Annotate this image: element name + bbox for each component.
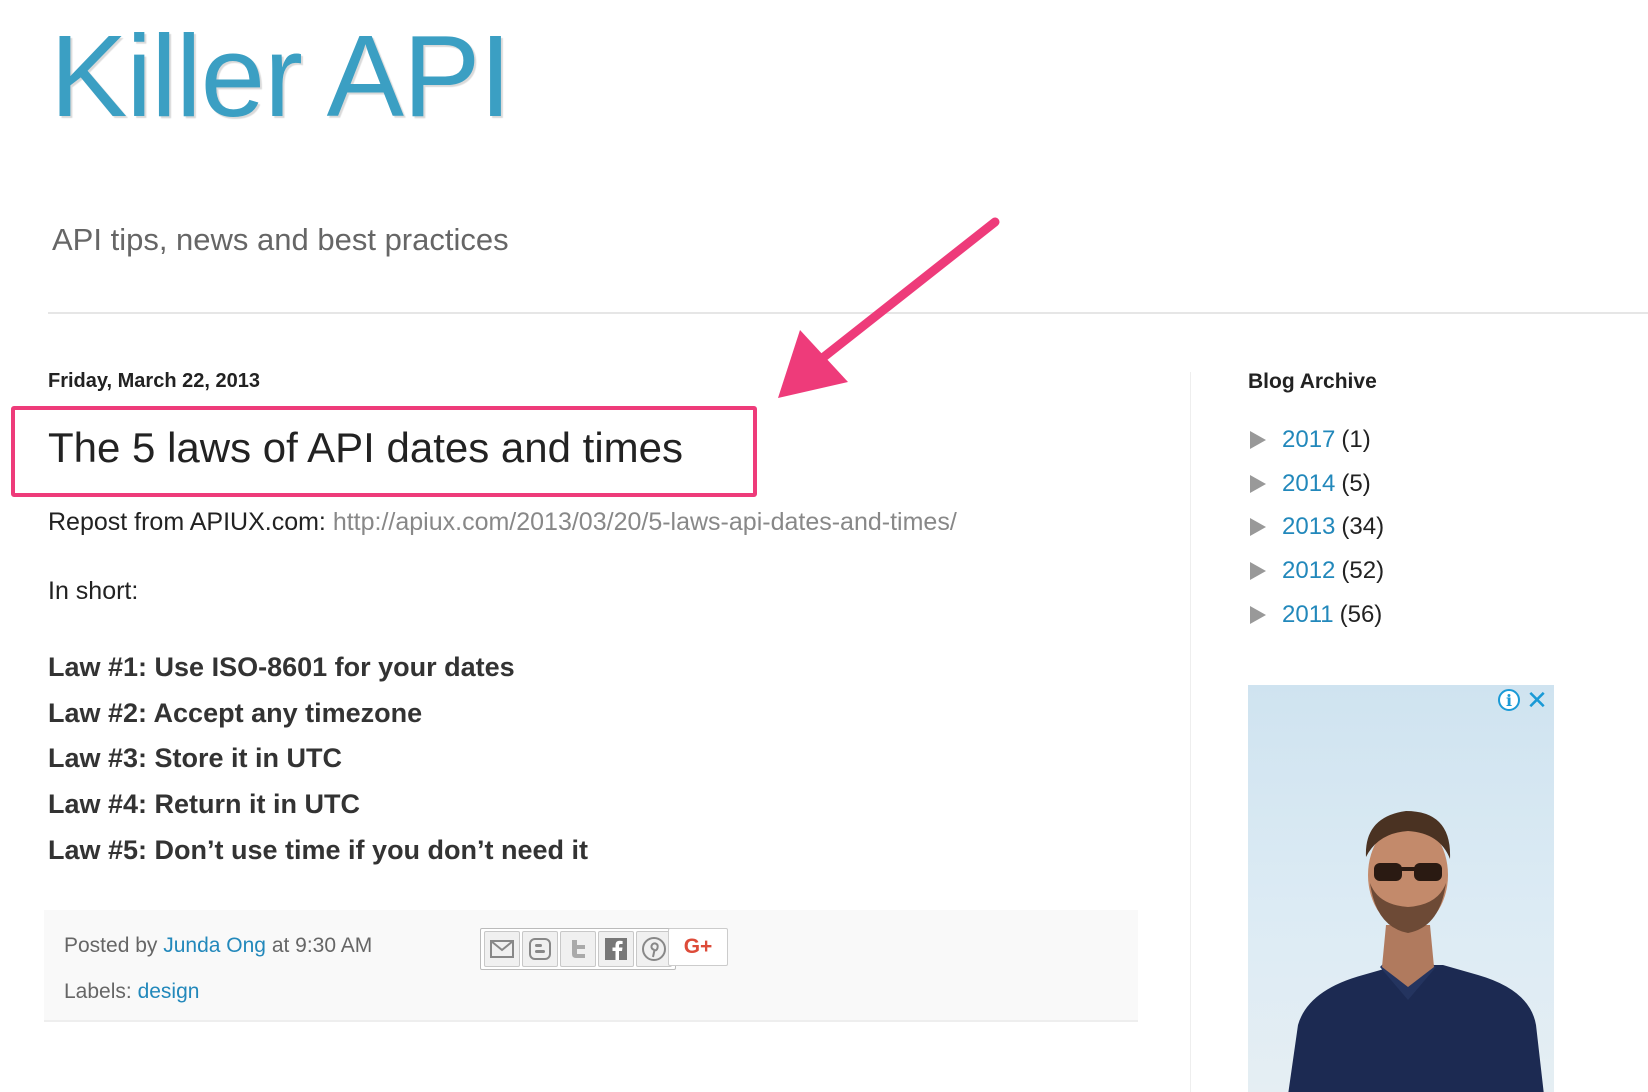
law-item: Law #4: Return it in UTC <box>48 789 361 820</box>
expand-triangle-icon[interactable] <box>1250 606 1266 625</box>
label-link[interactable]: design <box>138 980 200 1003</box>
pinterest-icon <box>642 937 666 961</box>
google-plus-button[interactable]: G+ <box>668 928 728 966</box>
ad-info-icon[interactable]: i <box>1498 689 1520 711</box>
site-title[interactable]: Killer API <box>50 18 512 134</box>
blogger-share-button[interactable] <box>522 931 558 967</box>
email-share-button[interactable] <box>484 931 520 967</box>
law-item: Law #2: Accept any timezone <box>48 697 423 728</box>
laws-list: Law #1: Use ISO-8601 for your dates Law … <box>48 647 588 875</box>
share-buttons <box>480 928 676 970</box>
email-icon <box>490 940 514 958</box>
repost-line: Repost from APIUX.com: http://apiux.com/… <box>48 508 957 537</box>
blog-archive-title: Blog Archive <box>1248 370 1377 393</box>
archive-year-link[interactable]: 2014 <box>1282 470 1335 498</box>
post-time-link[interactable]: 9:30 AM <box>295 934 372 957</box>
repost-prefix: Repost from APIUX.com: <box>48 508 333 536</box>
archive-year-link[interactable]: 2013 <box>1282 513 1335 541</box>
twitter-icon <box>572 940 585 958</box>
posted-by: Posted by Junda Ong at 9:30 AM <box>64 934 372 958</box>
in-short-text: In short: <box>48 577 139 605</box>
sidebar-advertisement[interactable]: i ✕ <box>1248 685 1554 1092</box>
archive-item: 2017 (1) <box>1250 418 1384 462</box>
ad-model-image <box>1288 811 1544 1092</box>
archive-count: (52) <box>1341 557 1385 585</box>
post-labels: Labels: design <box>64 980 199 1004</box>
post-date: Friday, March 22, 2013 <box>48 370 260 392</box>
post-footer: Posted by Junda Ong at 9:30 AM Labels: d… <box>44 910 1138 1022</box>
archive-count: (34) <box>1341 513 1385 541</box>
author-link[interactable]: Junda Ong <box>163 934 266 957</box>
archive-year-link[interactable]: 2017 <box>1282 426 1335 454</box>
law-item: Law #3: Store it in UTC <box>48 743 343 774</box>
posted-by-prefix: Posted by <box>64 934 164 957</box>
at-text: at <box>265 934 296 957</box>
highlight-annotation-box <box>11 406 757 497</box>
repost-link[interactable]: http://apiux.com/2013/03/20/5-laws-api-d… <box>333 508 957 536</box>
expand-triangle-icon[interactable] <box>1250 474 1266 493</box>
site-description: API tips, news and best practices <box>52 222 509 257</box>
expand-triangle-icon[interactable] <box>1250 518 1266 537</box>
archive-count: (5) <box>1341 469 1371 497</box>
column-divider <box>1190 372 1191 1092</box>
archive-item: 2013 (34) <box>1250 506 1384 550</box>
law-item: Law #1: Use ISO-8601 for your dates <box>48 652 515 682</box>
archive-item: 2014 (5) <box>1250 462 1384 506</box>
archive-list: 2017 (1) 2014 (5) 2013 (34) 2012 (52) 20… <box>1250 418 1384 637</box>
expand-triangle-icon[interactable] <box>1250 562 1266 581</box>
archive-item: 2011 (56) <box>1250 593 1384 637</box>
archive-year-link[interactable]: 2011 <box>1282 601 1334 629</box>
expand-triangle-icon[interactable] <box>1250 430 1266 449</box>
pinterest-share-button[interactable] <box>636 931 672 967</box>
archive-count: (1) <box>1341 425 1371 453</box>
twitter-share-button[interactable] <box>560 931 596 967</box>
archive-item: 2012 (52) <box>1250 549 1384 593</box>
facebook-icon <box>605 938 627 960</box>
ad-close-icon[interactable]: ✕ <box>1524 687 1550 713</box>
page: Killer API API tips, news and best pract… <box>0 0 1648 1092</box>
law-item: Law #5: Don’t use time if you don’t need… <box>48 834 589 865</box>
labels-prefix: Labels: <box>64 980 138 1003</box>
archive-year-link[interactable]: 2012 <box>1282 557 1335 585</box>
facebook-share-button[interactable] <box>598 931 634 967</box>
annotation-arrow <box>778 217 1000 398</box>
archive-count: (56) <box>1339 601 1383 629</box>
blogger-icon <box>529 938 551 960</box>
